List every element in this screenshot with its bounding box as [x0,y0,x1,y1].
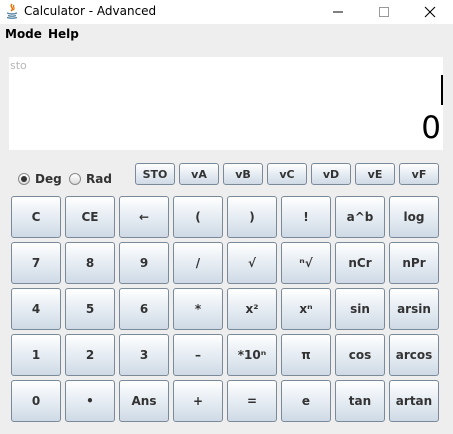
recall-e-button[interactable]: vE [355,163,395,185]
euler-e-button[interactable]: e [281,380,331,422]
window-title: Calculator - Advanced [24,4,157,18]
open-paren-button[interactable]: ( [173,196,223,238]
digit-3-button[interactable]: 3 [119,334,169,376]
add-button[interactable]: + [173,380,223,422]
ans-button[interactable]: Ans [119,380,169,422]
tan-button[interactable]: tan [335,380,385,422]
digit-2-button[interactable]: 2 [65,334,115,376]
digit-8-button[interactable]: 8 [65,242,115,284]
radio-rad-indicator [69,173,81,185]
recall-d-button[interactable]: vD [311,163,351,185]
menu-bar: Mode Help [0,24,453,46]
java-icon [6,3,18,19]
clear-entry-button[interactable]: CE [65,196,115,238]
arcsin-button[interactable]: arsin [389,288,439,330]
square-button[interactable]: x² [227,288,277,330]
minimize-button[interactable] [315,0,361,24]
backspace-button[interactable]: ← [119,196,169,238]
subtract-button[interactable]: – [173,334,223,376]
power-button[interactable]: a^b [335,196,385,238]
ncr-button[interactable]: nCr [335,242,385,284]
arccos-button[interactable]: arcos [389,334,439,376]
maximize-icon [379,7,389,17]
text-caret [441,75,443,105]
sin-button[interactable]: sin [335,288,385,330]
divide-button[interactable]: / [173,242,223,284]
nth-root-button[interactable]: ⁿ√ [281,242,331,284]
sto-button[interactable]: STO [135,163,175,185]
title-bar: Calculator - Advanced [0,0,453,24]
decimal-point-button[interactable]: • [65,380,115,422]
minimize-icon [333,11,343,13]
digit-5-button[interactable]: 5 [65,288,115,330]
multiply-button[interactable]: * [173,288,223,330]
digit-6-button[interactable]: 6 [119,288,169,330]
calculator-display[interactable]: sto 0 [9,57,443,150]
recall-b-button[interactable]: vB [223,163,263,185]
maximize-button[interactable] [361,0,407,24]
arctan-button[interactable]: artan [389,380,439,422]
digit-4-button[interactable]: 4 [11,288,61,330]
menu-mode[interactable]: Mode [5,27,42,41]
cos-button[interactable]: cos [335,334,385,376]
equals-button[interactable]: = [227,380,277,422]
npr-button[interactable]: nPr [389,242,439,284]
recall-a-button[interactable]: vA [179,163,219,185]
result-value: 0 [421,110,441,146]
pi-button[interactable]: π [281,334,331,376]
close-button[interactable] [407,0,453,24]
digit-1-button[interactable]: 1 [11,334,61,376]
digit-9-button[interactable]: 9 [119,242,169,284]
radio-rad[interactable]: Rad [69,171,112,187]
memory-indicator: sto [10,59,27,72]
digit-7-button[interactable]: 7 [11,242,61,284]
recall-c-button[interactable]: vC [267,163,307,185]
close-icon [424,6,436,18]
sqrt-button[interactable]: √ [227,242,277,284]
radio-deg[interactable]: Deg [18,171,62,187]
radio-deg-label: Deg [35,172,62,186]
factorial-button[interactable]: ! [281,196,331,238]
x-power-n-button[interactable]: xⁿ [281,288,331,330]
recall-f-button[interactable]: vF [399,163,439,185]
close-paren-button[interactable]: ) [227,196,277,238]
digit-0-button[interactable]: 0 [11,380,61,422]
radio-deg-indicator [18,173,30,185]
radio-rad-label: Rad [86,172,112,186]
clear-button[interactable]: C [11,196,61,238]
log-button[interactable]: log [389,196,439,238]
menu-help[interactable]: Help [48,27,79,41]
times-ten-power-button[interactable]: *10ⁿ [227,334,277,376]
